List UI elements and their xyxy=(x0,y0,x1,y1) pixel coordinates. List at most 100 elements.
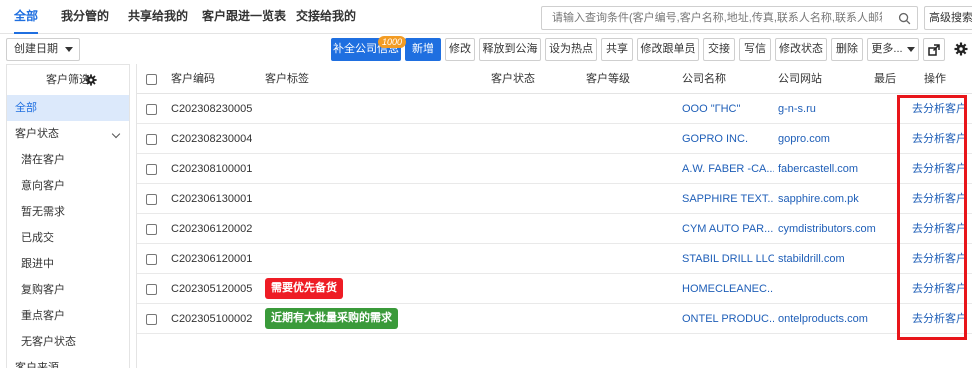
export-button[interactable] xyxy=(923,38,945,61)
more-label: 更多... xyxy=(871,43,903,55)
tab-handed-over-to-me[interactable]: 交接给我的 xyxy=(296,0,356,34)
gear-icon[interactable] xyxy=(85,74,97,86)
company-website[interactable]: stabildrill.com xyxy=(778,244,845,274)
header-customer-status[interactable]: 客户状态 xyxy=(491,64,535,94)
tab-shared-with-me[interactable]: 共享给我的 xyxy=(128,0,188,34)
sidebar-item-customer-source[interactable]: 客户来源 xyxy=(7,355,129,368)
table-row[interactable]: C202308100001 A.W. FABER -CA... fabercas… xyxy=(137,154,972,184)
handover-button[interactable]: 交接 xyxy=(703,38,735,61)
sidebar-item-all[interactable]: 全部 xyxy=(7,95,129,121)
company-name[interactable]: GOPRO INC. xyxy=(682,124,774,154)
share-button[interactable]: 共享 xyxy=(601,38,633,61)
add-button[interactable]: 新增 xyxy=(405,38,441,61)
header-customer-level[interactable]: 客户等级 xyxy=(586,64,630,94)
header-customer-tag[interactable]: 客户标签 xyxy=(265,64,309,94)
company-name[interactable]: A.W. FABER -CA... xyxy=(682,154,774,184)
customer-code: C202306120001 xyxy=(171,253,253,265)
company-name[interactable]: ONTEL PRODUC... xyxy=(682,304,774,334)
select-all-checkbox[interactable] xyxy=(146,74,157,85)
set-hotspot-button[interactable]: 设为热点 xyxy=(545,38,597,61)
company-name[interactable]: OOO "ГНС" xyxy=(682,94,774,124)
header-company-website[interactable]: 公司网站 xyxy=(778,64,822,94)
sidebar-item-repurchase[interactable]: 复购客户 xyxy=(7,277,129,303)
sidebar-item-key-customer[interactable]: 重点客户 xyxy=(7,303,129,329)
table-row[interactable]: C202306130001 SAPPHIRE TEXT... sapphire.… xyxy=(137,184,972,214)
sidebar-item-closed-deal[interactable]: 已成交 xyxy=(7,225,129,251)
company-website[interactable]: g-n-s.ru xyxy=(778,94,816,124)
toolbar: 创建日期 补全公司信息 新增 修改 释放到公海 设为热点 共享 修改跟单员 交接… xyxy=(0,34,972,64)
row-checkbox[interactable] xyxy=(146,284,157,295)
tab-all[interactable]: 全部 xyxy=(14,0,39,34)
header-company-name[interactable]: 公司名称 xyxy=(682,64,726,94)
table-header: 客户编码 客户标签 客户状态 客户等级 公司名称 公司网站 最后 操作 xyxy=(137,64,972,94)
table-row[interactable]: C202306120001 STABIL DRILL LLC stabildri… xyxy=(137,244,972,274)
row-checkbox[interactable] xyxy=(146,254,157,265)
company-website[interactable]: gopro.com xyxy=(778,124,830,154)
sidebar-item-following[interactable]: 跟进中 xyxy=(7,251,129,277)
analyze-customer-link[interactable]: 去分析客户 xyxy=(912,214,967,244)
company-name[interactable]: SAPPHIRE TEXT... xyxy=(682,184,774,214)
tab-follow-up-overview[interactable]: 客户跟进一览表 xyxy=(202,0,286,34)
analyze-customer-link[interactable]: 去分析客户 xyxy=(912,274,967,304)
sidebar-item-no-status[interactable]: 无客户状态 xyxy=(7,329,129,355)
company-website[interactable]: ontelproducts.com xyxy=(778,304,868,334)
sidebar-item-customer-status[interactable]: 客户状态 xyxy=(7,121,129,147)
company-name[interactable]: STABIL DRILL LLC xyxy=(682,244,774,274)
customer-code: C202306130001 xyxy=(171,193,253,205)
more-dropdown-button[interactable]: 更多... xyxy=(867,38,919,61)
table-row[interactable]: C202308230004 GOPRO INC. gopro.com 去分析客户 xyxy=(137,124,972,154)
row-checkbox[interactable] xyxy=(146,134,157,145)
header-last[interactable]: 最后 xyxy=(874,64,896,94)
delete-button[interactable]: 删除 xyxy=(831,38,863,61)
search-box xyxy=(541,6,918,30)
analyze-customer-link[interactable]: 去分析客户 xyxy=(912,244,967,274)
company-website[interactable]: fabercastell.com xyxy=(778,154,858,184)
sidebar-header: 客户筛选 xyxy=(7,65,129,95)
search-input[interactable] xyxy=(542,7,882,29)
chevron-down-icon xyxy=(906,46,915,52)
sort-select-value: 创建日期 xyxy=(14,43,58,55)
row-checkbox[interactable] xyxy=(146,224,157,235)
top-tab-bar: 全部 我分管的 共享给我的 客户跟进一览表 交接给我的 高级搜索 xyxy=(0,0,972,34)
company-website[interactable]: cymdistributors.com xyxy=(778,214,876,244)
header-operation: 操作 xyxy=(924,73,946,85)
write-letter-button[interactable]: 写信 xyxy=(739,38,771,61)
advanced-search-button[interactable]: 高级搜索 xyxy=(924,6,972,30)
row-checkbox[interactable] xyxy=(146,104,157,115)
tab-my-managed[interactable]: 我分管的 xyxy=(61,0,109,34)
analyze-customer-link[interactable]: 去分析客户 xyxy=(912,184,967,214)
company-name[interactable]: CYM AUTO PAR... xyxy=(682,214,774,244)
sidebar-item-no-demand[interactable]: 暂无需求 xyxy=(7,199,129,225)
company-name[interactable]: HOMECLEANEC... xyxy=(682,274,774,304)
table-row[interactable]: C202305100002 近期有大批量采购的需求 ONTEL PRODUC..… xyxy=(137,304,972,334)
customer-filter-sidebar: 客户筛选 全部 客户状态 潜在客户 意向客户 暂无需求 已成交 跟进中 复购客户… xyxy=(6,64,130,368)
sort-select[interactable]: 创建日期 xyxy=(6,38,80,61)
customer-tag-bulk-purchase: 近期有大批量采购的需求 xyxy=(265,308,398,329)
sidebar-item-intended[interactable]: 意向客户 xyxy=(7,173,129,199)
table-row[interactable]: C202308230005 OOO "ГНС" g-n-s.ru 去分析客户 xyxy=(137,94,972,124)
change-status-button[interactable]: 修改状态 xyxy=(775,38,827,61)
customer-code: C202308100001 xyxy=(171,163,253,175)
row-checkbox[interactable] xyxy=(146,194,157,205)
row-checkbox[interactable] xyxy=(146,314,157,325)
quota-badge: 1000 xyxy=(378,36,407,48)
chevron-down-icon xyxy=(65,47,73,52)
row-checkbox[interactable] xyxy=(146,164,157,175)
customer-table: 客户编码 客户标签 客户状态 客户等级 公司名称 公司网站 最后 操作 C202… xyxy=(136,64,972,368)
sidebar-item-label: 客户状态 xyxy=(15,128,59,140)
analyze-customer-link[interactable]: 去分析客户 xyxy=(912,304,967,334)
release-to-pool-button[interactable]: 释放到公海 xyxy=(479,38,541,61)
analyze-customer-link[interactable]: 去分析客户 xyxy=(912,124,967,154)
edit-button[interactable]: 修改 xyxy=(445,38,475,61)
change-owner-button[interactable]: 修改跟单员 xyxy=(637,38,699,61)
table-row[interactable]: C202306120002 CYM AUTO PAR... cymdistrib… xyxy=(137,214,972,244)
analyze-customer-link[interactable]: 去分析客户 xyxy=(912,154,967,184)
search-icon[interactable] xyxy=(898,12,911,25)
header-customer-code[interactable]: 客户编码 xyxy=(171,64,215,94)
analyze-customer-link[interactable]: 去分析客户 xyxy=(912,94,967,124)
sidebar-item-potential[interactable]: 潜在客户 xyxy=(7,147,129,173)
table-row[interactable]: C202305120005 需要优先备货 HOMECLEANEC... 去分析客… xyxy=(137,274,972,304)
settings-button[interactable] xyxy=(949,38,972,61)
export-icon xyxy=(928,44,940,56)
company-website[interactable]: sapphire.com.pk xyxy=(778,184,859,214)
